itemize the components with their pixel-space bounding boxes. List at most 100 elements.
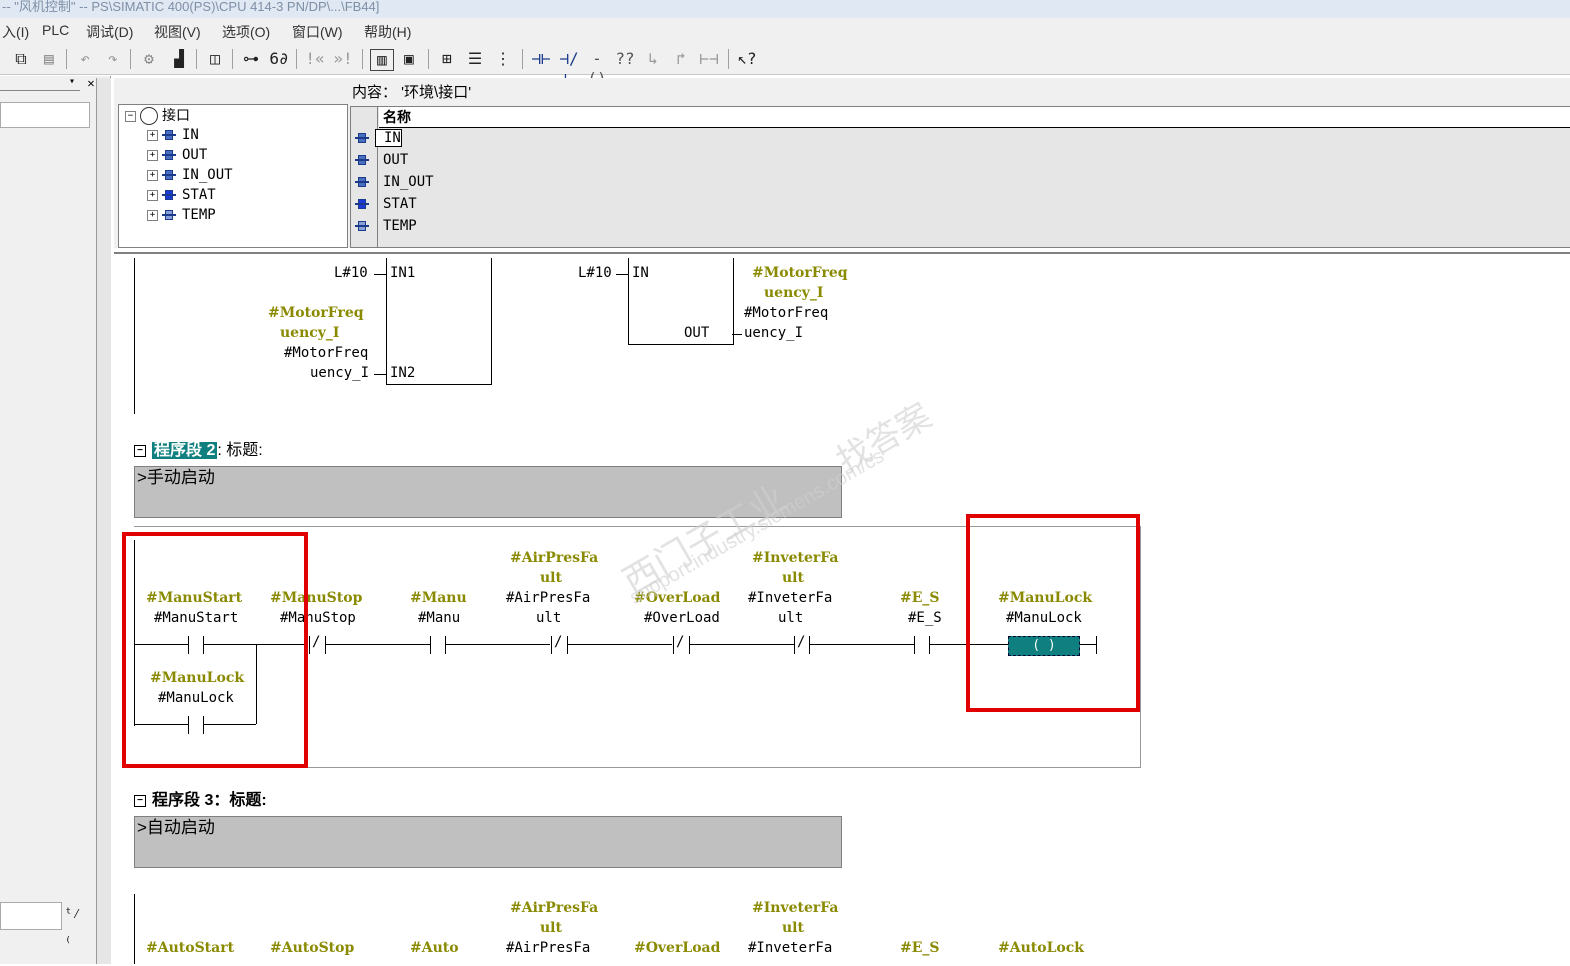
contact-overload[interactable]: #OverLoad xyxy=(644,610,720,626)
contact-inveterfault-symbol-2: ult xyxy=(782,570,804,586)
interface-icon xyxy=(140,107,158,125)
box1-in2-tag[interactable]: #MotorFreq xyxy=(284,345,368,361)
n3-es-symbol: #E_S xyxy=(900,940,940,956)
box2-in-pin: IN xyxy=(632,265,649,281)
menu-options[interactable]: 选项(O) xyxy=(222,22,270,42)
parameter-icon xyxy=(355,177,369,187)
box1-in1-const[interactable]: L#10 xyxy=(334,265,368,281)
menu-window[interactable]: 窗口(W) xyxy=(292,22,343,42)
next-network-icon[interactable]: »! xyxy=(332,49,354,69)
left-scrollbar[interactable] xyxy=(96,78,111,964)
stl-icon[interactable]: ☰ xyxy=(464,49,486,69)
menu-insert[interactable]: 入(I) xyxy=(2,22,29,42)
contact-airpresfault-symbol-2: ult xyxy=(540,570,562,586)
box2-out-pin: OUT xyxy=(684,325,710,341)
undo-icon[interactable]: ↶ xyxy=(74,49,96,69)
menu-plc[interactable]: PLC xyxy=(42,22,69,38)
contact-manu[interactable]: #Manu xyxy=(418,610,460,626)
grid-row-stat[interactable]: STAT xyxy=(355,193,417,215)
grid-row-temp[interactable]: TEMP xyxy=(355,215,417,237)
parameter-icon xyxy=(162,210,176,220)
branch-close-icon[interactable]: ↱ xyxy=(670,49,692,69)
help-cursor-icon[interactable]: ↖? xyxy=(736,49,758,69)
network-icon[interactable]: ⊶ xyxy=(240,49,262,69)
network-3-comment[interactable]: >自动启动 xyxy=(134,816,842,868)
details-icon[interactable]: ▣ xyxy=(398,49,420,69)
sort-icon[interactable]: ᵗ⁄₍ xyxy=(64,902,88,946)
contact-manu-symbol: #Manu xyxy=(410,590,467,606)
box1-in1-pin: IN1 xyxy=(390,265,416,281)
column-name[interactable]: 名称 xyxy=(379,107,1570,128)
paste-icon[interactable]: ▤ xyxy=(38,49,60,69)
network-2-label: 程序段 2 xyxy=(152,442,218,459)
glasses-icon[interactable]: 6∂ xyxy=(268,49,290,69)
menu-help[interactable]: 帮助(H) xyxy=(364,22,411,42)
connection-icon[interactable]: ⊢⊣ xyxy=(698,49,720,69)
content-label: 内容： '环境\接口' xyxy=(352,84,472,101)
n3-airpresfault-symbol-2: ult xyxy=(540,920,562,936)
menu-debug[interactable]: 调试(D) xyxy=(86,22,133,42)
box2-out-symbol: #MotorFreq xyxy=(752,265,848,281)
box2-out-tag-2[interactable]: uency_I xyxy=(744,325,803,341)
box2-in-const[interactable]: L#10 xyxy=(578,265,612,281)
menu-bar: 入(I) PLC 调试(D) 视图(V) 选项(O) 窗口(W) 帮助(H) xyxy=(0,18,1570,44)
tree-item-in-out[interactable]: + IN_OUT xyxy=(147,165,233,185)
box1-in2-pin: IN2 xyxy=(390,365,416,381)
dropdown-icon[interactable]: ▾ xyxy=(66,76,78,88)
left-pane: ▾ ✕ ᵗ⁄₍ xyxy=(0,76,111,964)
copy-icon[interactable]: ⧉ xyxy=(10,49,32,69)
online-icon[interactable]: ◫ xyxy=(204,49,226,69)
contact-airpresfault-symbol: #AirPresFa xyxy=(510,550,599,566)
n3-auto-symbol: #Auto xyxy=(410,940,459,956)
box-icon[interactable]: ?? xyxy=(614,49,636,69)
parameter-icon xyxy=(162,130,176,140)
monitor-icon[interactable]: ⚙ xyxy=(138,49,160,69)
grid-row-in[interactable]: IN xyxy=(355,127,402,149)
parameter-icon xyxy=(355,199,369,209)
box1-in2-symbol-2: uency_I xyxy=(280,325,340,341)
ladder-icon[interactable]: ⊞ xyxy=(436,49,458,69)
network-3-header[interactable]: − 程序段 3：标题: xyxy=(134,786,267,810)
no-contact-icon[interactable]: ⊣⊢ xyxy=(530,49,552,69)
n3-airpresfault-symbol: #AirPresFa xyxy=(510,900,599,916)
coil-icon[interactable]: -() xyxy=(586,49,608,88)
tree-item-out[interactable]: + OUT xyxy=(147,145,207,165)
n3-overload-symbol: #OverLoad xyxy=(634,940,721,956)
interface-grid: 名称 IN OUT IN_OUT STAT TEMP xyxy=(350,106,1570,248)
nc-contact-icon[interactable]: ⊣/⊢ xyxy=(558,49,580,88)
overview-icon[interactable]: ▥ xyxy=(370,49,394,71)
tree-item-temp[interactable]: + TEMP xyxy=(147,205,216,225)
collapse-icon[interactable]: − xyxy=(134,794,146,807)
box2-out-tag[interactable]: #MotorFreq xyxy=(744,305,828,321)
prev-network-icon[interactable]: !« xyxy=(304,49,326,69)
network-2-title: : 标题: xyxy=(217,442,263,459)
parameter-icon xyxy=(355,221,369,231)
n3-inveterfault[interactable]: #InveterFa xyxy=(748,940,832,956)
contact-es[interactable]: #E_S xyxy=(908,610,942,626)
contact-inveterfault[interactable]: #InveterFa xyxy=(748,590,832,606)
download-icon[interactable]: ▟ xyxy=(168,49,190,69)
window-title: -- "风机控制" -- PS\SIMATIC 400(PS)\CPU 414-… xyxy=(0,0,1570,18)
redo-icon[interactable]: ↷ xyxy=(102,49,124,69)
network-3-title: 程序段 3：标题: xyxy=(152,792,267,809)
contact-airpresfault[interactable]: #AirPresFa xyxy=(506,590,590,606)
highlight-box-right xyxy=(966,514,1140,712)
grid-row-in-out[interactable]: IN_OUT xyxy=(355,171,434,193)
collapse-icon[interactable]: − xyxy=(134,444,146,457)
toolbar: ⧉ ▤ ↶ ↷ ⚙ ▟ ◫ ⊶ 6∂ !« »! ▥ ▣ ⊞ ☰ ⋮ ⊣⊢ ⊣/… xyxy=(0,44,1570,88)
branch-open-icon[interactable]: ↳ xyxy=(642,49,664,69)
menu-view[interactable]: 视图(V) xyxy=(154,22,201,42)
contact-airpresfault-2[interactable]: ult xyxy=(536,610,561,626)
network-2-header[interactable]: − 程序段 2: 标题: xyxy=(134,436,263,460)
n3-inveterfault-symbol: #InveterFa xyxy=(752,900,839,916)
contact-inveterfault-2[interactable]: ult xyxy=(778,610,803,626)
parameter-icon xyxy=(355,155,369,165)
n3-airpresfault[interactable]: #AirPresFa xyxy=(506,940,590,956)
tree-item-stat[interactable]: + STAT xyxy=(147,185,216,205)
tree-item-in[interactable]: + IN xyxy=(147,125,199,145)
fbd-icon[interactable]: ⋮ xyxy=(492,49,514,69)
tree-root[interactable]: − 接口 xyxy=(125,105,190,125)
n3-autostop-symbol: #AutoStop xyxy=(270,940,355,956)
box1-in2-tag-2[interactable]: uency_I xyxy=(310,365,369,381)
grid-row-out[interactable]: OUT xyxy=(355,149,408,171)
